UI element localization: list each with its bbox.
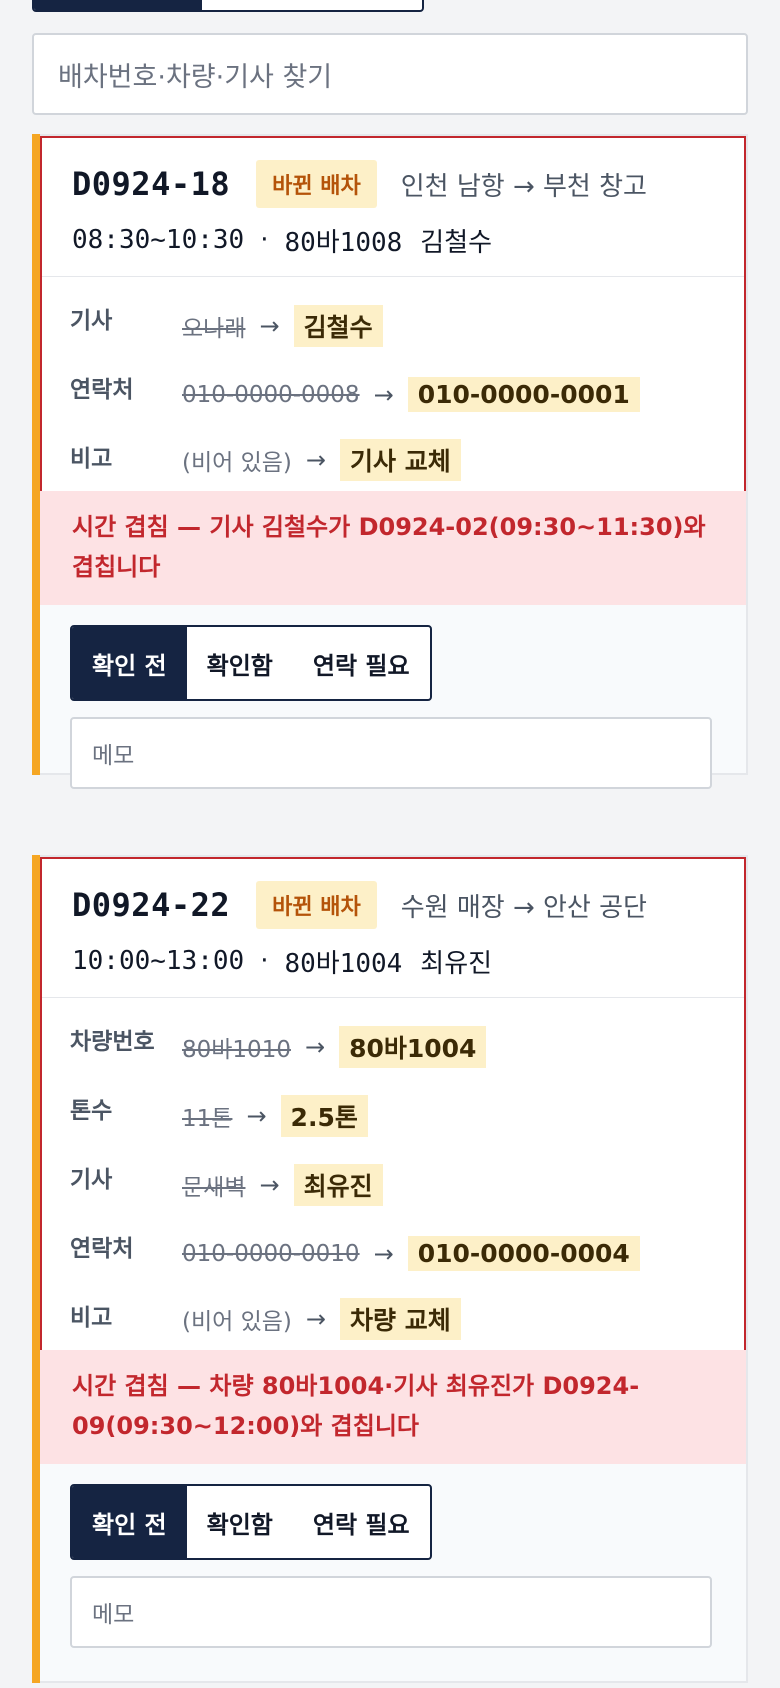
driver-name: 최유진 <box>420 948 493 979</box>
new-value: 2.5톤 <box>280 1094 368 1137</box>
conflict-warning-line: 겹칩니다 <box>72 553 161 581</box>
arrow-icon: → <box>259 311 280 340</box>
arrow-icon: → <box>304 1032 326 1061</box>
old-value: 오나래 <box>182 315 246 342</box>
change-label: 연락처 <box>70 377 134 403</box>
dispatch-id: D0924-22 <box>72 886 231 924</box>
status-option-checked[interactable]: 확인함 <box>187 1486 293 1558</box>
search-input[interactable]: 배차번호·차량·기사 찾기 <box>32 33 748 115</box>
status-option-contact-needed[interactable]: 연락 필요 <box>293 627 430 699</box>
new-value: 80바1004 <box>339 1025 487 1068</box>
arrow-icon: → <box>259 1170 280 1199</box>
time-range: 10:00~13:00 <box>72 946 245 976</box>
change-row: 차량번호 80바1010 → 80바1004 <box>70 1012 744 1081</box>
new-value: 김철수 <box>293 304 383 347</box>
top-segmented-control[interactable] <box>32 0 424 12</box>
old-value: 80바1010 <box>182 1036 291 1063</box>
change-row: 기사 오나래 → 김철수 <box>70 291 744 360</box>
arrow-icon: → <box>373 380 394 409</box>
conflict-warning-line: 시간 겹침 — 차량 80바1004·기사 최유진가 D0924- <box>72 1372 640 1400</box>
separator: · <box>260 225 269 255</box>
change-label: 비고 <box>70 1305 113 1331</box>
old-value: (비어 있음) <box>182 450 292 476</box>
conflict-warning-line: 09(09:30~12:00)와 겹칩니다 <box>72 1412 419 1440</box>
route: 인천 남항 → 부천 창고 <box>400 171 647 202</box>
change-row: 연락처 010-0000-0010 → 010-0000-0004 <box>70 1219 744 1288</box>
arrow-icon: → <box>373 1239 394 1268</box>
dispatch-card: D0924-22 바뀐 배차 수원 매장 → 안산 공단 10:00~13:00… <box>32 855 748 1683</box>
status-option-contact-needed[interactable]: 연락 필요 <box>293 1486 430 1558</box>
changed-badge: 바뀐 배차 <box>256 881 377 929</box>
card-accent-bar <box>32 855 40 1683</box>
route: 수원 매장 → 안산 공단 <box>400 892 647 923</box>
plate-number: 80바1008 <box>284 227 403 258</box>
arrow-icon: → <box>246 1101 267 1130</box>
conflict-warning: 시간 겹침 — 기사 김철수가 D0924-02(09:30~11:30)와 겹… <box>40 491 746 605</box>
changed-badge: 바뀐 배차 <box>256 160 377 208</box>
old-value: (비어 있음) <box>182 1309 292 1335</box>
old-value: 010-0000-0008 <box>182 381 360 408</box>
change-label: 비고 <box>70 446 113 472</box>
new-value: 차량 교체 <box>340 1298 461 1340</box>
change-row: 톤수 11톤 → 2.5톤 <box>70 1081 744 1150</box>
status-segmented-control: 확인 전 확인함 연락 필요 <box>70 625 432 701</box>
plate-number: 80바1004 <box>284 948 403 979</box>
card-body: D0924-22 바뀐 배차 수원 매장 → 안산 공단 10:00~13:00… <box>40 857 746 1350</box>
card-footer: 확인 전 확인함 연락 필요 메모 <box>40 1464 746 1670</box>
memo-input[interactable]: 메모 <box>70 717 712 789</box>
card-body: D0924-18 바뀐 배차 인천 남항 → 부천 창고 08:30~10:30… <box>40 136 746 491</box>
dispatch-card: D0924-18 바뀐 배차 인천 남항 → 부천 창고 08:30~10:30… <box>32 134 748 789</box>
new-value: 기사 교체 <box>340 439 461 481</box>
change-row: 기사 문새벽 → 최유진 <box>70 1150 744 1219</box>
change-label: 차량번호 <box>70 1029 155 1055</box>
conflict-warning: 시간 겹침 — 차량 80바1004·기사 최유진가 D0924- 09(09:… <box>40 1350 746 1464</box>
change-label: 기사 <box>70 308 113 334</box>
change-label: 연락처 <box>70 1236 134 1262</box>
change-label: 기사 <box>70 1167 113 1193</box>
new-value: 010-0000-0001 <box>407 377 640 412</box>
card-accent-bar <box>32 134 40 775</box>
memo-input[interactable]: 메모 <box>70 1576 712 1648</box>
card-header: D0924-18 바뀐 배차 인천 남항 → 부천 창고 08:30~10:30… <box>42 138 744 276</box>
top-segment-active[interactable] <box>34 0 202 10</box>
change-row: 연락처 010-0000-0008 → 010-0000-0001 <box>70 360 744 429</box>
status-option-checked[interactable]: 확인함 <box>187 627 293 699</box>
old-value: 11톤 <box>182 1105 233 1132</box>
status-option-unchecked[interactable]: 확인 전 <box>72 627 187 699</box>
card-header: D0924-22 바뀐 배차 수원 매장 → 안산 공단 10:00~13:00… <box>42 859 744 997</box>
new-value: 010-0000-0004 <box>407 1236 640 1271</box>
new-value: 최유진 <box>293 1163 383 1206</box>
driver-name: 김철수 <box>420 227 493 258</box>
arrow-icon: → <box>305 446 327 474</box>
card-footer: 확인 전 확인함 연락 필요 메모 <box>40 605 746 811</box>
change-list: 기사 오나래 → 김철수 연락처 010-0000-0008 → 010-000… <box>42 276 744 491</box>
change-row: 비고 (비어 있음) → 차량 교체 <box>70 1288 744 1350</box>
old-value: 문새벽 <box>182 1174 246 1201</box>
dispatch-id: D0924-18 <box>72 165 231 203</box>
status-option-unchecked[interactable]: 확인 전 <box>72 1486 187 1558</box>
status-segmented-control: 확인 전 확인함 연락 필요 <box>70 1484 432 1560</box>
time-range: 08:30~10:30 <box>72 225 245 255</box>
change-label: 톤수 <box>70 1098 113 1124</box>
separator: · <box>260 946 269 976</box>
change-row: 비고 (비어 있음) → 기사 교체 <box>70 429 744 491</box>
old-value: 010-0000-0010 <box>182 1240 360 1267</box>
arrow-icon: → <box>305 1305 327 1333</box>
change-list: 차량번호 80바1010 → 80바1004 톤수 11톤 → 2.5톤 기사 … <box>42 997 744 1350</box>
conflict-warning-line: 시간 겹침 — 기사 김철수가 D0924-02(09:30~11:30)와 <box>72 513 706 541</box>
